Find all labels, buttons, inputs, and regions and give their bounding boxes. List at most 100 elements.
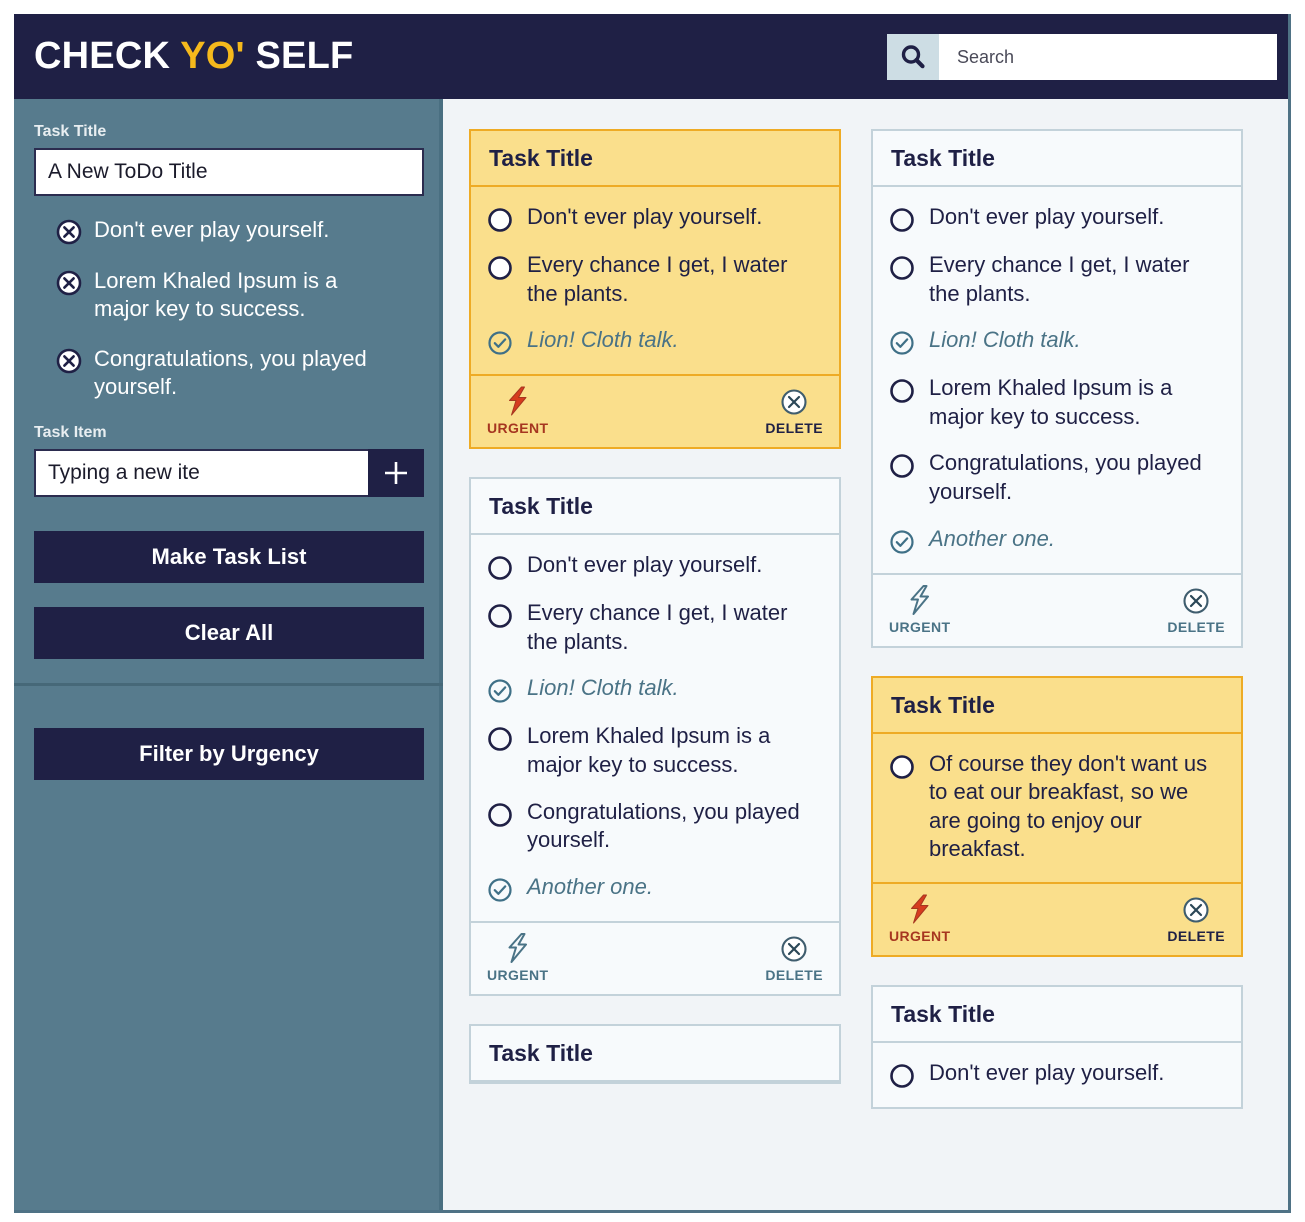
task-item-label: Lorem Khaled Ipsum is a major key to suc…: [929, 375, 1173, 429]
card-item-list: Of course they don't want us to eat our …: [873, 734, 1241, 882]
lightning-bolt-icon: [907, 894, 933, 924]
delete-label: DELETE: [1167, 927, 1225, 944]
task-item-row[interactable]: Another one.: [487, 873, 823, 903]
task-item-label: Don't ever play yourself.: [929, 204, 1165, 229]
task-item-row[interactable]: Lorem Khaled Ipsum is a major key to suc…: [889, 374, 1225, 431]
empty-circle-icon[interactable]: [889, 207, 915, 233]
task-item-row[interactable]: Congratulations, you played yourself.: [889, 449, 1225, 506]
task-item-label: Don't ever play yourself.: [527, 204, 763, 229]
task-item-row: [34, 448, 424, 497]
remove-x-circle-icon[interactable]: [56, 270, 82, 296]
brand-yo: YO': [180, 35, 245, 77]
empty-circle-icon[interactable]: [889, 255, 915, 281]
task-item-label: Lion! Cloth talk.: [527, 327, 679, 353]
list-item-label: Congratulations, you played yourself.: [94, 346, 367, 400]
check-circle-icon[interactable]: [487, 678, 513, 704]
empty-circle-icon[interactable]: [487, 555, 513, 581]
lightning-bolt-icon: [505, 932, 531, 963]
task-item-label: Another one.: [527, 873, 653, 899]
list-item[interactable]: Congratulations, you played yourself.: [34, 345, 419, 401]
empty-circle-icon[interactable]: [487, 603, 513, 629]
task-item-row[interactable]: Of course they don't want us to eat our …: [889, 750, 1225, 864]
app-brand-title: CHECK YO' SELF: [34, 35, 353, 78]
empty-circle-icon[interactable]: [487, 726, 513, 752]
delete-card-button[interactable]: DELETE: [765, 388, 823, 436]
task-item-row[interactable]: Lion! Cloth talk.: [889, 326, 1225, 356]
make-task-list-button[interactable]: Make Task List: [34, 530, 424, 583]
task-item-row[interactable]: Every chance I get, I water the plants.: [487, 599, 823, 656]
task-item-row[interactable]: Congratulations, you played yourself.: [487, 798, 823, 855]
urgent-label: URGENT: [487, 420, 549, 437]
lightning-bolt-icon: [907, 584, 933, 615]
urgent-label: URGENT: [889, 927, 951, 944]
filter-by-urgency-button[interactable]: Filter by Urgency: [34, 727, 424, 780]
task-item-row[interactable]: Don't ever play yourself.: [487, 203, 823, 233]
task-card-urgent[interactable]: Task Title Of course they don't want us t…: [871, 675, 1243, 957]
sidebar-divider: [14, 682, 443, 686]
brand-self: SELF: [244, 35, 354, 77]
task-item-row[interactable]: Every chance I get, I water the plants.: [487, 251, 823, 308]
task-item-row[interactable]: Don't ever play yourself.: [889, 203, 1225, 233]
app-header: CHECK YO' SELF: [14, 14, 1288, 99]
urgent-toggle-button[interactable]: URGENT: [487, 386, 549, 436]
empty-circle-icon[interactable]: [889, 453, 915, 479]
task-item-label: Congratulations, you played yourself.: [527, 798, 800, 853]
delete-card-button[interactable]: DELETE: [1167, 896, 1225, 944]
urgent-label: URGENT: [889, 618, 951, 635]
task-item-row[interactable]: Lion! Cloth talk.: [487, 674, 823, 704]
search-bar[interactable]: [887, 34, 1277, 80]
task-item-label: Don't ever play yourself.: [929, 1059, 1165, 1085]
card-footer: URGENT DELETE: [873, 881, 1241, 955]
empty-circle-icon[interactable]: [889, 754, 915, 780]
task-card[interactable]: Task Title Don't ever play yourself. Every…: [871, 129, 1243, 648]
empty-circle-icon[interactable]: [487, 802, 513, 828]
task-card[interactable]: Task Title Don't ever play yourself.: [871, 984, 1243, 1109]
task-item-row[interactable]: Every chance I get, I water the plants.: [889, 251, 1225, 308]
urgent-toggle-button[interactable]: URGENT: [889, 584, 951, 635]
add-item-button[interactable]: [368, 448, 424, 497]
draft-item-list: Don't ever play yourself. Lorem Khaled I…: [34, 216, 419, 402]
task-item-label: Lorem Khaled Ipsum is a major key to suc…: [527, 723, 771, 777]
task-item-label: Lion! Cloth talk.: [527, 675, 679, 701]
empty-circle-icon[interactable]: [487, 207, 513, 233]
sidebar-panel: Task Title Don't ever play yourself.: [14, 99, 443, 1210]
board-column-left: Task Title Don't ever play yourself. Every…: [469, 129, 841, 1210]
clear-all-button[interactable]: Clear All: [34, 606, 424, 659]
task-item-row[interactable]: Another one.: [889, 525, 1225, 555]
task-card[interactable]: Task Title: [469, 1023, 841, 1084]
card-title: Task Title: [873, 131, 1241, 187]
check-circle-icon[interactable]: [889, 529, 915, 555]
empty-circle-icon[interactable]: [889, 1063, 915, 1089]
task-item-row[interactable]: Don't ever play yourself.: [487, 551, 823, 581]
close-x-circle-icon: [1182, 587, 1210, 615]
empty-circle-icon[interactable]: [487, 255, 513, 281]
check-circle-icon[interactable]: [889, 330, 915, 356]
search-icon[interactable]: [887, 34, 939, 80]
remove-x-circle-icon[interactable]: [56, 219, 82, 245]
check-circle-icon[interactable]: [487, 877, 513, 903]
list-item[interactable]: Don't ever play yourself.: [34, 216, 419, 245]
task-item-input[interactable]: [34, 448, 368, 497]
remove-x-circle-icon[interactable]: [56, 348, 82, 374]
empty-circle-icon[interactable]: [889, 378, 915, 404]
urgent-toggle-button[interactable]: URGENT: [487, 932, 549, 983]
task-item-row[interactable]: Lion! Cloth talk.: [487, 326, 823, 356]
card-footer: URGENT DELETE: [471, 374, 839, 447]
task-card-urgent[interactable]: Task Title Don't ever play yourself. Every…: [469, 129, 841, 450]
task-item-row[interactable]: Don't ever play yourself.: [889, 1059, 1225, 1089]
urgent-toggle-button[interactable]: URGENT: [889, 894, 951, 944]
search-input[interactable]: [939, 34, 1277, 80]
list-item[interactable]: Lorem Khaled Ipsum is a major key to suc…: [34, 267, 419, 323]
task-item-row[interactable]: Lorem Khaled Ipsum is a major key to suc…: [487, 722, 823, 779]
task-item-label: Every chance I get, I water the plants.: [527, 252, 788, 306]
card-item-list: Don't ever play yourself.: [873, 1043, 1241, 1107]
task-item-label: Don't ever play yourself.: [527, 552, 763, 578]
task-card[interactable]: Task Title Don't ever play yourself. Every…: [469, 477, 841, 996]
card-item-list: Don't ever play yourself. Every chance I …: [471, 535, 839, 921]
task-title-input[interactable]: [34, 148, 424, 196]
check-circle-icon[interactable]: [487, 330, 513, 356]
board-column-right: Task Title Don't ever play yourself. Every…: [871, 129, 1243, 1210]
delete-card-button[interactable]: DELETE: [765, 935, 823, 983]
delete-card-button[interactable]: DELETE: [1167, 587, 1225, 635]
task-item-label: Another one.: [929, 525, 1055, 551]
